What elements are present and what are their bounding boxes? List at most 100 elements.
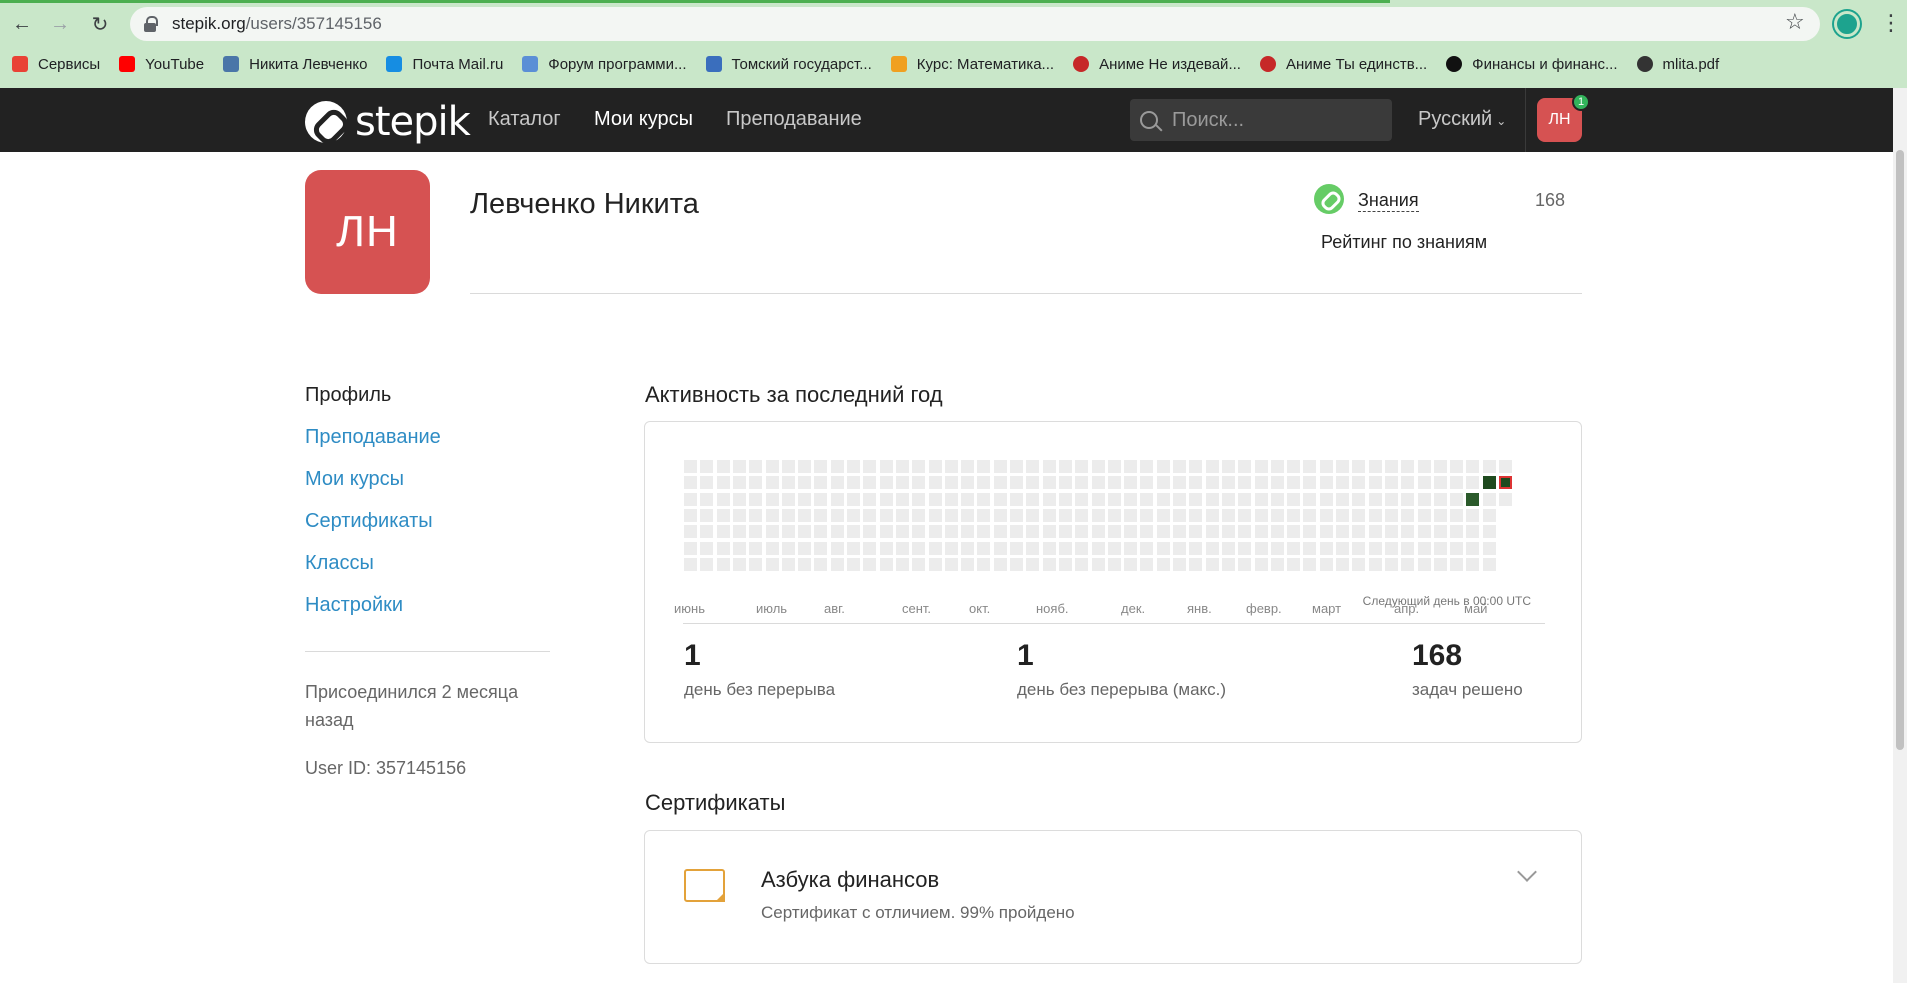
bookmark-item[interactable]: Почта Mail.ru (386, 56, 503, 73)
heatmap-day (977, 557, 991, 571)
heatmap-day (1107, 508, 1121, 522)
back-arrow-icon[interactable]: ← (8, 10, 36, 38)
bookmark-item[interactable]: Сервисы (12, 56, 100, 73)
heatmap-day (1303, 476, 1317, 490)
heatmap-day (961, 508, 975, 522)
heatmap-day (1254, 476, 1268, 490)
site-header: stepik Каталог Мои курсы Преподавание Ру… (0, 88, 1907, 152)
heatmap-day (847, 557, 860, 571)
sidebar-item-certificates[interactable]: Сертификаты (305, 509, 441, 551)
certificate-card[interactable]: Азбука финансов Сертификат с отличием. 9… (644, 830, 1582, 964)
language-selector[interactable]: Русский ⌄ (1418, 108, 1506, 131)
heatmap-day (1107, 460, 1121, 473)
heatmap-day (847, 492, 860, 506)
heatmap-day (1433, 525, 1447, 539)
heatmap-day (912, 525, 926, 539)
heatmap-day (781, 541, 795, 555)
heatmap-day (895, 541, 909, 555)
chevron-down-icon[interactable] (1517, 862, 1537, 882)
bookmark-label: Финансы и финанс... (1472, 55, 1618, 73)
sidebar-item-profile[interactable]: Профиль (305, 383, 441, 425)
heatmap-day (1042, 460, 1056, 473)
heatmap-day (1221, 525, 1235, 539)
bookmark-label: Форум программи... (548, 55, 687, 73)
sidebar-item-my-courses[interactable]: Мои курсы (305, 467, 441, 509)
heatmap-day (749, 525, 763, 539)
browser-menu-icon[interactable]: ⋮ (1880, 10, 1902, 36)
bookmark-item[interactable]: Аниме Ты единств... (1259, 56, 1427, 73)
heatmap-day (863, 525, 877, 539)
heatmap-day (1466, 557, 1480, 571)
heatmap-day (1221, 508, 1235, 522)
heatmap-day (684, 476, 697, 490)
lock-icon (144, 16, 158, 32)
heatmap-day (684, 460, 697, 473)
certificate-name[interactable]: Азбука финансов (761, 867, 939, 893)
heatmap-day (1189, 541, 1203, 555)
language-label: Русский (1418, 108, 1493, 130)
address-bar[interactable]: stepik.org/users/357145156 (130, 7, 1820, 41)
bookmark-item[interactable]: Курс: Математика... (890, 56, 1054, 73)
search-input[interactable] (1172, 108, 1372, 132)
bookmark-item[interactable]: Форум программи... (522, 55, 687, 73)
reload-icon[interactable]: ↻ (86, 10, 114, 38)
heatmap-day (749, 508, 763, 522)
heatmap-day (895, 525, 909, 539)
profile-extension-icon[interactable] (1834, 11, 1860, 37)
heatmap-month-label: авг. (824, 601, 845, 616)
bookmark-item[interactable]: Томский государст... (705, 56, 872, 73)
heatmap-day (830, 525, 844, 539)
heatmap-day (1238, 557, 1252, 571)
sidebar-item-teaching[interactable]: Преподавание (305, 425, 441, 467)
heatmap-day (830, 460, 844, 473)
knowledge-link[interactable]: Знания (1358, 190, 1419, 212)
heatmap-day (1124, 557, 1138, 571)
heatmap-day (732, 476, 746, 490)
bookmark-item[interactable]: Финансы и финанс... (1446, 55, 1618, 73)
nav-my-courses[interactable]: Мои курсы (594, 108, 693, 131)
bookmark-label: mlita.pdf (1662, 55, 1720, 73)
sidebar-item-classes[interactable]: Классы (305, 551, 441, 593)
heatmap-day (879, 557, 893, 571)
sidebar-item-settings[interactable]: Настройки (305, 593, 441, 635)
scrollbar-thumb[interactable] (1896, 150, 1904, 750)
bookmark-item[interactable]: mlita.pdf (1636, 55, 1720, 73)
heatmap-day (1287, 541, 1301, 555)
heatmap-day (798, 525, 812, 539)
heatmap-day (1254, 525, 1268, 539)
heatmap-day (1042, 525, 1056, 539)
heatmap-day (1368, 476, 1382, 490)
bookmark-item[interactable]: Аниме Не издевай... (1073, 56, 1241, 73)
heatmap-day (1205, 460, 1219, 473)
heatmap-day (1270, 541, 1284, 555)
heatmap-day (1433, 492, 1447, 506)
heatmap-day (1466, 541, 1480, 555)
heatmap-month-label: дек. (1121, 601, 1146, 616)
heatmap-month-label: янв. (1187, 601, 1212, 616)
nav-teaching[interactable]: Преподавание (726, 108, 862, 131)
heatmap-day (928, 541, 942, 555)
forward-arrow-icon[interactable]: → (46, 10, 74, 38)
bookmark-item[interactable]: Никита Левченко (223, 56, 367, 73)
heatmap-day (1189, 460, 1203, 473)
heatmap-day (1254, 557, 1268, 571)
url-path: /users/357145156 (245, 14, 382, 33)
bookmark-item[interactable]: YouTube (119, 56, 204, 73)
heatmap-day (749, 557, 763, 571)
heatmap-day (1270, 476, 1284, 490)
heatmap-day (1466, 508, 1480, 522)
heatmap-day (1156, 508, 1170, 522)
stepik-logo[interactable]: stepik (305, 99, 471, 145)
heatmap-day (1433, 541, 1447, 555)
nav-catalog[interactable]: Каталог (488, 108, 561, 131)
heatmap-day (1336, 460, 1349, 473)
heatmap-day (1319, 460, 1333, 473)
heatmap-day (781, 557, 795, 571)
bookmark-label: Сервисы (38, 55, 101, 73)
heatmap-day (1075, 476, 1089, 490)
bookmark-star-icon[interactable]: ☆ (1785, 9, 1805, 35)
rating-link[interactable]: Рейтинг по знаниям (1321, 232, 1487, 253)
heatmap-day (1499, 492, 1512, 506)
heatmap-day (1482, 492, 1496, 506)
heatmap-day (1221, 460, 1235, 473)
